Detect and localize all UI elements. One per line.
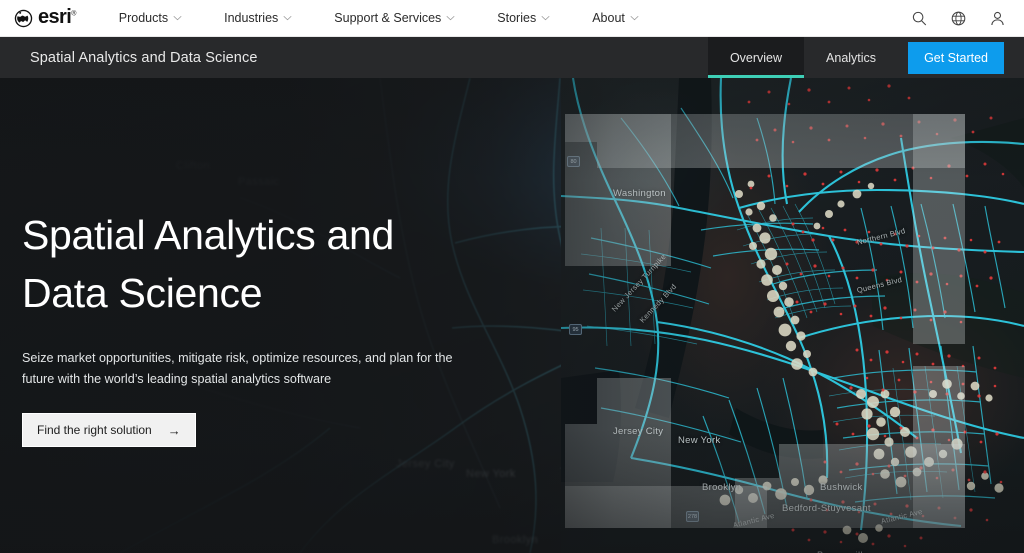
nav-item-products[interactable]: Products [98,0,203,36]
esri-logo[interactable]: esri® [14,6,76,28]
nav-item-label: Industries [224,11,279,25]
chevron-down-icon [630,15,639,21]
tab-label: Overview [729,50,783,65]
nav-item-label: Products [118,11,169,25]
chevron-down-icon [173,15,182,21]
chevron-down-icon [446,15,455,21]
page-root: esri® Products Industries Support & Serv… [0,0,1024,553]
globe-logo-icon [14,9,33,27]
secondary-navigation-bar: Spatial Analytics and Data Science Overv… [0,37,1024,78]
esri-wordmark: esri® [38,6,76,28]
primary-navigation-bar: esri® Products Industries Support & Serv… [0,0,1024,37]
hero-content: Spatial Analytics and Data Science Seize… [22,206,492,448]
tab-label: Analytics [826,50,877,65]
primary-nav-actions [911,10,1006,27]
nav-item-support-services[interactable]: Support & Services [313,0,476,36]
get-started-button[interactable]: Get Started [908,41,1004,74]
nav-item-industries[interactable]: Industries [203,0,313,36]
tab-analytics[interactable]: Analytics [804,37,898,78]
nav-item-stories[interactable]: Stories [476,0,571,36]
user-account-icon[interactable] [989,10,1006,27]
nav-item-about[interactable]: About [571,0,660,36]
secondary-nav-actions: Overview Analytics Get Started [707,37,1024,78]
hero-heading-line-1: Spatial Analytics and [22,212,395,258]
hero-section: Clifton Passaic Jersey City New York Bro… [0,78,1024,553]
tab-overview[interactable]: Overview [707,37,805,78]
page-title: Spatial Analytics and Data Science [30,49,258,66]
hero-subheading: Seize market opportunities, mitigate ris… [22,351,453,386]
globe-language-icon[interactable] [950,10,967,27]
find-the-right-solution-button[interactable]: Find the right solution → [22,413,196,448]
nav-item-label: Stories [497,11,537,25]
find-solution-label: Find the right solution [37,423,152,438]
nav-item-label: Support & Services [334,11,442,25]
chevron-down-icon [283,15,292,21]
hero-heading-line-2: Data Science [22,270,263,317]
search-icon[interactable] [911,10,928,27]
chevron-down-icon [541,15,550,21]
hero-heading: Spatial Analytics and Data Science [22,206,492,322]
nav-item-label: About [592,11,625,25]
primary-nav-items: Products Industries Support & Services S… [98,0,660,36]
arrow-right-icon: → [167,422,181,438]
